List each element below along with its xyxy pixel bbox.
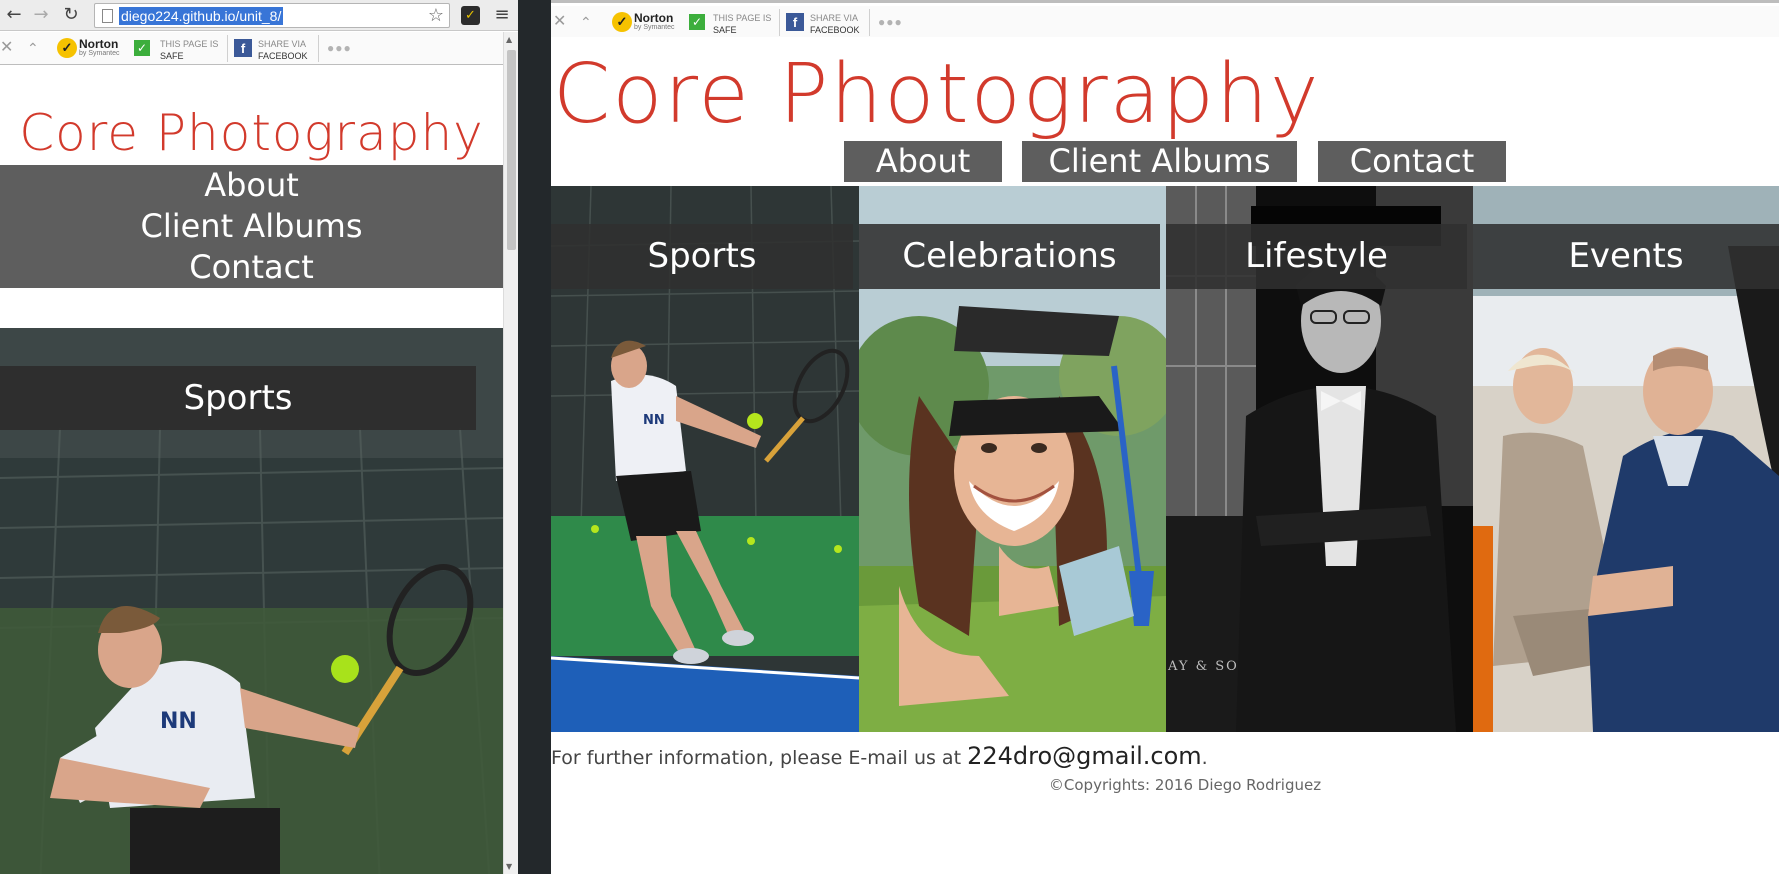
site-title: Core Photography [553,47,1321,142]
safe-label-line1: THIS PAGE IS [160,39,219,49]
main-nav: About Client Albums Contact [0,165,503,288]
safe-label-line2: SAFE [713,25,737,35]
back-button[interactable]: ← [3,4,25,26]
right-browser-window: ✕ ⌃ ✓ Norton by Symantec ✓ THIS PAGE IS … [551,0,1779,874]
scroll-up-icon[interactable]: ▲ [506,35,512,44]
close-icon[interactable]: ✕ [553,14,566,30]
norton-check-icon: ✓ [57,38,77,58]
gallery-tile-sports[interactable]: NN Sports [551,186,859,732]
gallery-label-sports: Sports [551,224,853,289]
nav-client-albums[interactable]: Client Albums [1022,141,1297,182]
toolbar-divider [318,35,319,62]
scroll-down-icon[interactable]: ▼ [506,862,512,871]
hamburger-menu-icon[interactable]: ≡ [494,5,510,25]
norton-brand: Norton [79,37,119,51]
footer-email-link[interactable]: 224dro@gmail.com [967,742,1202,770]
svg-text:NN: NN [160,709,197,734]
norton-brand-sub: by Symantec [79,50,120,57]
gallery-tile-celebrations[interactable]: Celebrations [859,186,1166,732]
left-webpage: Core Photography About Client Albums Con… [0,66,503,874]
norton-toolbar: ✕ ⌃ ✓ Norton by Symantec ✓ THIS PAGE IS … [0,32,503,65]
reload-button[interactable]: ↻ [60,4,82,26]
norton-toolbar: ✕ ⌃ ✓ Norton by Symantec ✓ THIS PAGE IS … [551,6,1779,39]
scrollbar-thumb[interactable] [507,50,516,250]
url-text[interactable]: diego224.github.io/unit_8/ [119,7,284,25]
gallery-label-celebrations: Celebrations [859,224,1160,289]
toolbar-divider [779,9,780,36]
gallery-tile-lifestyle[interactable]: AY & SONS Lifestyle [1166,186,1473,732]
close-icon[interactable]: ✕ [0,40,13,56]
gallery-label-sports: Sports [0,366,476,430]
chevron-up-icon[interactable]: ⌃ [27,40,39,56]
norton-brand: Norton [634,11,674,25]
share-label-line2[interactable]: FACEBOOK [810,25,860,36]
nav-contact[interactable]: Contact [1318,141,1506,182]
facebook-icon[interactable]: f [786,13,804,31]
footer-copyright: ©Copyrights: 2016 Diego Rodriguez [1048,776,1322,794]
share-label-line2[interactable]: FACEBOOK [258,51,308,62]
norton-extension-icon[interactable]: ✓ [461,6,480,25]
right-webpage: Core Photography About Client Albums Con… [551,37,1779,874]
svg-text:NN: NN [643,413,665,428]
facebook-icon[interactable]: f [234,39,252,57]
share-label-line1[interactable]: SHARE VIA [810,13,858,24]
safe-label-line2: SAFE [160,51,184,61]
share-label-line1[interactable]: SHARE VIA [258,39,306,50]
page-icon [102,9,113,23]
nav-client-albums[interactable]: Client Albums [0,206,503,247]
toolbar-divider [227,35,228,62]
norton-brand-sub: by Symantec [634,24,675,31]
checkmark-icon: ✓ [134,40,150,56]
left-browser-window: ← → ↻ diego224.github.io/unit_8/ ☆ ✓ ≡ ✕… [0,0,518,874]
gallery-tile-events[interactable]: Events [1473,186,1779,732]
bookmark-star-icon[interactable]: ☆ [428,5,444,27]
scrollbar[interactable]: ▲ ▼ [503,32,518,874]
checkmark-icon: ✓ [689,14,705,30]
footer-contact-info: For further information, please E-mail u… [551,742,1208,770]
gallery-tile-sports[interactable]: NN Sports [0,328,503,874]
gallery-label-events: Events [1473,224,1779,289]
chevron-up-icon[interactable]: ⌃ [580,14,592,30]
safe-label-line1: THIS PAGE IS [713,13,772,23]
nav-contact[interactable]: Contact [0,247,503,288]
norton-logo[interactable]: ✓ Norton by Symantec [57,37,123,60]
norton-check-icon: ✓ [612,12,632,32]
browser-toolbar: ← → ↻ diego224.github.io/unit_8/ ☆ ✓ ≡ [0,0,518,31]
gallery: NN Sports Celebrations AY & SONS Lifesty… [551,186,1779,732]
ellipsis-icon[interactable]: ●●● [327,41,352,55]
footer-period: . [1201,747,1208,769]
site-title: Core Photography [19,104,484,162]
footer-info-text: For further information, please E-mail u… [551,747,968,769]
norton-logo[interactable]: ✓ Norton by Symantec [612,11,678,34]
nav-about[interactable]: About [844,141,1002,182]
forward-button[interactable]: → [30,4,52,26]
gallery-label-lifestyle: Lifestyle [1166,224,1467,289]
nav-about[interactable]: About [0,165,503,206]
ellipsis-icon[interactable]: ●●● [878,15,903,29]
address-bar[interactable]: diego224.github.io/unit_8/ ☆ [94,3,450,28]
toolbar-divider [869,9,870,36]
